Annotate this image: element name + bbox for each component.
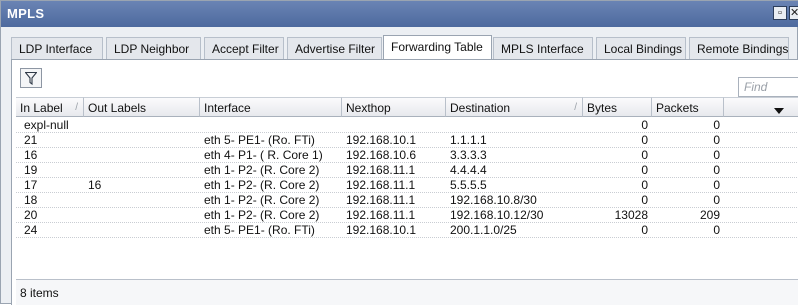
tab-ldp-interface[interactable]: LDP Interface bbox=[11, 37, 103, 59]
nexthop-cell: 192.168.11.1 bbox=[346, 163, 416, 177]
tab-ldp-neighbor[interactable]: LDP Neighbor bbox=[106, 37, 201, 59]
interface-cell: eth 1- P2- (R. Core 2) bbox=[204, 193, 320, 207]
bytes-cell: 0 bbox=[641, 223, 648, 237]
packets-cell: 0 bbox=[713, 118, 720, 132]
out-labels-cell bbox=[88, 208, 198, 223]
column-header-nexthop[interactable]: Nexthop bbox=[342, 97, 446, 117]
in-label-cell: expl-null bbox=[24, 118, 69, 132]
bytes-cell: 0 bbox=[641, 118, 648, 132]
destination-cell: 4.4.4.4 bbox=[450, 163, 487, 177]
restore-window-button[interactable]: ▫ bbox=[773, 6, 787, 20]
tab-mpls-interface[interactable]: MPLS Interface bbox=[493, 37, 593, 59]
column-header-destination[interactable]: Destination / bbox=[446, 97, 583, 117]
tab-remote-bindings[interactable]: Remote Bindings bbox=[689, 37, 789, 59]
out-labels-cell bbox=[88, 163, 198, 178]
table-row[interactable]: 19 eth 1- P2- (R. Core 2) 192.168.11.1 4… bbox=[16, 163, 798, 178]
table-row[interactable]: 20 eth 1- P2- (R. Core 2) 192.168.11.1 1… bbox=[16, 208, 798, 223]
interface-cell: eth 1- P2- (R. Core 2) bbox=[204, 208, 320, 222]
destination-cell: 192.168.10.8/30 bbox=[450, 193, 537, 207]
item-count: 8 items bbox=[20, 286, 59, 300]
in-label-cell: 17 bbox=[24, 178, 38, 192]
out-labels-cell bbox=[88, 223, 198, 238]
destination-cell: 1.1.1.1 bbox=[450, 133, 487, 147]
nexthop-cell: 192.168.10.6 bbox=[346, 148, 417, 162]
interface-cell bbox=[204, 118, 340, 133]
out-labels-cell bbox=[88, 118, 198, 133]
window-title: MPLS bbox=[7, 6, 45, 21]
destination-cell: 200.1.1.0/25 bbox=[450, 223, 517, 237]
nexthop-cell: 192.168.11.1 bbox=[346, 178, 416, 192]
in-label-cell: 21 bbox=[24, 133, 38, 147]
sort-indicator: / bbox=[75, 102, 78, 113]
packets-cell: 0 bbox=[713, 163, 720, 177]
nexthop-cell: 192.168.11.1 bbox=[346, 208, 416, 222]
sort-indicator: / bbox=[574, 102, 577, 113]
out-labels-cell: 16 bbox=[88, 178, 102, 192]
nexthop-cell: 192.168.11.1 bbox=[346, 193, 416, 207]
find-input[interactable]: Find bbox=[738, 77, 798, 97]
column-menu-icon[interactable] bbox=[774, 104, 784, 118]
table-row[interactable]: 18 eth 1- P2- (R. Core 2) 192.168.11.1 1… bbox=[16, 193, 798, 208]
table-row[interactable]: expl-null 0 0 bbox=[16, 118, 798, 133]
interface-cell: eth 4- P1- ( R. Core 1) bbox=[204, 148, 323, 162]
bytes-cell: 0 bbox=[641, 148, 648, 162]
packets-cell: 0 bbox=[713, 193, 720, 207]
column-header-spare bbox=[724, 97, 798, 117]
packets-cell: 0 bbox=[713, 178, 720, 192]
interface-cell: eth 1- P2- (R. Core 2) bbox=[204, 178, 320, 192]
filter-button[interactable] bbox=[20, 68, 42, 88]
status-bar: 8 items bbox=[16, 279, 798, 305]
table-row[interactable]: 21 eth 5- PE1- (Ro. FTi) 192.168.10.1 1.… bbox=[16, 133, 798, 148]
tab-advertise-filter[interactable]: Advertise Filter bbox=[287, 37, 382, 59]
packets-cell: 0 bbox=[713, 148, 720, 162]
column-header-in-label[interactable]: In Label / bbox=[16, 97, 84, 117]
column-header-bytes[interactable]: Bytes bbox=[583, 97, 652, 117]
table-row[interactable]: 24 eth 5- PE1- (Ro. FTi) 192.168.10.1 20… bbox=[16, 223, 798, 238]
interface-cell: eth 1- P2- (R. Core 2) bbox=[204, 163, 320, 177]
out-labels-cell bbox=[88, 193, 198, 208]
out-labels-cell bbox=[88, 148, 198, 163]
bytes-cell: 0 bbox=[641, 133, 648, 147]
destination-cell: 3.3.3.3 bbox=[450, 148, 487, 162]
packets-cell: 0 bbox=[713, 223, 720, 237]
destination-cell bbox=[450, 118, 581, 133]
destination-cell: 192.168.10.12/30 bbox=[450, 208, 544, 222]
packets-cell: 0 bbox=[713, 133, 720, 147]
packets-cell: 209 bbox=[699, 208, 720, 222]
nexthop-cell bbox=[346, 118, 444, 133]
nexthop-cell: 192.168.10.1 bbox=[346, 223, 417, 237]
out-labels-cell bbox=[88, 133, 198, 148]
tab-local-bindings[interactable]: Local Bindings bbox=[596, 37, 686, 59]
bytes-cell: 0 bbox=[641, 163, 648, 177]
title-bar[interactable]: MPLS ▫ ✕ bbox=[1, 1, 798, 27]
nexthop-cell: 192.168.10.1 bbox=[346, 133, 417, 147]
in-label-cell: 18 bbox=[24, 193, 38, 207]
column-header-packets[interactable]: Packets bbox=[652, 97, 724, 117]
table-row[interactable]: 17 16 eth 1- P2- (R. Core 2) 192.168.11.… bbox=[16, 178, 798, 193]
close-window-button[interactable]: ✕ bbox=[789, 6, 798, 20]
interface-cell: eth 5- PE1- (Ro. FTi) bbox=[204, 223, 315, 237]
in-label-cell: 16 bbox=[24, 148, 38, 162]
destination-cell: 5.5.5.5 bbox=[450, 178, 487, 192]
bytes-cell: 13028 bbox=[614, 208, 648, 222]
mpls-window: MPLS ▫ ✕ LDP Interface LDP Neighbor Acce… bbox=[0, 0, 798, 305]
bytes-cell: 0 bbox=[641, 178, 648, 192]
in-label-cell: 20 bbox=[24, 208, 38, 222]
table-row[interactable]: 16 eth 4- P1- ( R. Core 1) 192.168.10.6 … bbox=[16, 148, 798, 163]
bytes-cell: 0 bbox=[641, 193, 648, 207]
column-header-out-labels[interactable]: Out Labels bbox=[84, 97, 200, 117]
interface-cell: eth 5- PE1- (Ro. FTi) bbox=[204, 133, 315, 147]
column-header-interface[interactable]: Interface bbox=[200, 97, 342, 117]
tab-forwarding-table[interactable]: Forwarding Table bbox=[383, 35, 492, 60]
in-label-cell: 24 bbox=[24, 223, 38, 237]
in-label-cell: 19 bbox=[24, 163, 38, 177]
tab-accept-filter[interactable]: Accept Filter bbox=[204, 37, 284, 59]
